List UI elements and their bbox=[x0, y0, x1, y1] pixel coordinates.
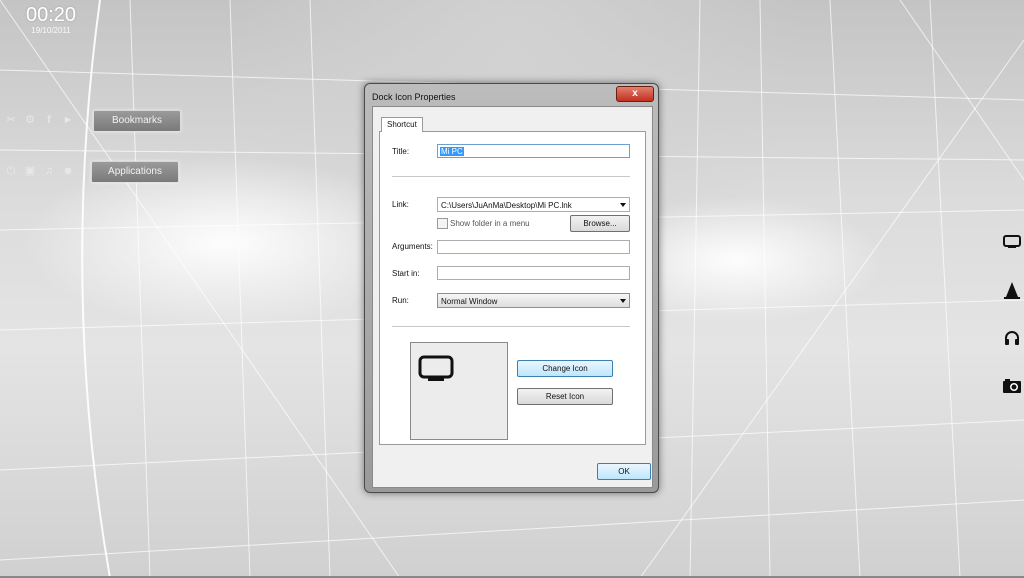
run-select[interactable]: Normal Window bbox=[437, 293, 630, 308]
divider-top bbox=[392, 176, 630, 177]
chevron-down-icon bbox=[620, 203, 626, 207]
bookmarks-button[interactable]: Bookmarks bbox=[93, 110, 181, 132]
start-in-label: Start in: bbox=[392, 269, 420, 278]
run-label: Run: bbox=[392, 296, 409, 305]
arguments-field[interactable] bbox=[437, 240, 630, 254]
headphones-icon[interactable] bbox=[1000, 326, 1024, 350]
title-field[interactable]: Mi PC bbox=[437, 144, 630, 158]
facebook-icon[interactable]: f bbox=[42, 113, 56, 127]
start-in-field[interactable] bbox=[437, 266, 630, 280]
desktop-clock: 00:20 19/10/2011 bbox=[26, 4, 76, 36]
link-combobox[interactable]: C:\Users\JuAnMa\Desktop\Mi PC.lnk bbox=[437, 197, 630, 212]
show-folder-checkbox[interactable] bbox=[437, 218, 448, 229]
icon-preview bbox=[410, 342, 508, 440]
show-folder-label: Show folder in a menu bbox=[450, 219, 530, 228]
clock-date: 19/10/2011 bbox=[31, 26, 71, 35]
title-field-value: Mi PC bbox=[440, 147, 464, 156]
dialog-client: Shortcut Title: Mi PC Link: C:\Users\JuA… bbox=[372, 106, 653, 488]
applications-button[interactable]: Applications bbox=[91, 161, 179, 183]
chevron-down-icon bbox=[620, 299, 626, 303]
tab-shortcut[interactable]: Shortcut bbox=[381, 117, 423, 132]
ok-button[interactable]: OK bbox=[597, 463, 651, 480]
scissors-icon[interactable]: ✂ bbox=[4, 113, 18, 127]
monitor-icon[interactable] bbox=[1000, 230, 1024, 254]
youtube-icon[interactable]: ▶ bbox=[61, 113, 75, 127]
dock-icon-properties-dialog: Dock Icon Properties x Shortcut Title: M… bbox=[364, 83, 659, 493]
browse-button[interactable]: Browse... bbox=[570, 215, 630, 232]
applications-bar: ⏻ ▣ ♫ ☻ Applications bbox=[0, 161, 190, 183]
cone-icon[interactable] bbox=[1000, 278, 1024, 302]
image-icon[interactable]: ▣ bbox=[23, 164, 37, 178]
link-value: C:\Users\JuAnMa\Desktop\Mi PC.lnk bbox=[441, 201, 572, 210]
title-label: Title: bbox=[392, 147, 410, 156]
shortcut-panel: Title: Mi PC Link: C:\Users\JuAnMa\Deskt… bbox=[379, 131, 646, 445]
bookmarks-bar: ✂ ⚙ f ▶ Bookmarks bbox=[0, 110, 190, 132]
power-icon[interactable]: ⏻ bbox=[4, 164, 18, 178]
music-icon[interactable]: ♫ bbox=[42, 164, 56, 178]
monitor-icon bbox=[418, 355, 454, 381]
change-icon-button[interactable]: Change Icon bbox=[517, 360, 613, 377]
reset-icon-button[interactable]: Reset Icon bbox=[517, 388, 613, 405]
arguments-label: Arguments: bbox=[392, 242, 433, 251]
dialog-title: Dock Icon Properties bbox=[372, 92, 456, 102]
divider-bottom bbox=[392, 326, 630, 327]
gear-icon[interactable]: ⚙ bbox=[23, 113, 37, 127]
link-label: Link: bbox=[392, 200, 409, 209]
run-value: Normal Window bbox=[441, 297, 498, 306]
close-button[interactable]: x bbox=[616, 86, 654, 102]
people-icon[interactable]: ☻ bbox=[61, 164, 75, 178]
clock-time: 00:20 bbox=[26, 4, 77, 26]
right-dock bbox=[1000, 230, 1024, 422]
camera-icon[interactable] bbox=[1000, 374, 1024, 398]
